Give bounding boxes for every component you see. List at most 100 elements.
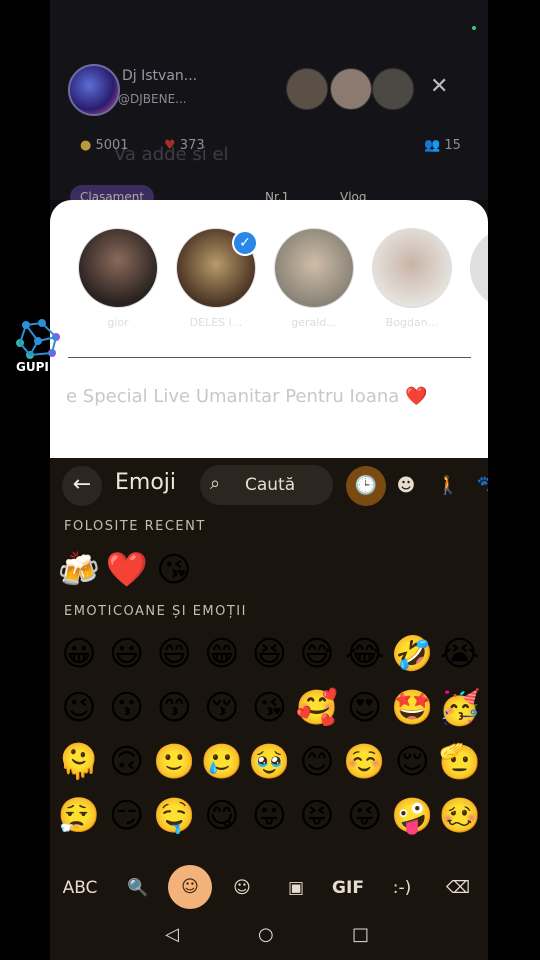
live-header: Dj Istvan... @DJBENE... ✕ Va adde si el …: [50, 0, 488, 209]
friend-item-selected[interactable]: ✓ DELES I...: [176, 228, 258, 329]
friend-avatar: [78, 228, 158, 308]
emoji-key[interactable]: 😏: [105, 794, 149, 838]
emoji-key[interactable]: 😅: [295, 632, 339, 676]
emoji-key[interactable]: 😗: [105, 686, 149, 730]
heart-emoji: ❤️: [405, 386, 428, 407]
emoji-key[interactable]: 🥹: [247, 740, 291, 784]
emoji-tab-icon[interactable]: ☺: [168, 865, 212, 909]
emoji-key[interactable]: 🤣: [390, 632, 434, 676]
emoji-key[interactable]: 🥰: [295, 686, 339, 730]
emoji-key[interactable]: 🥴: [438, 794, 482, 838]
emoji-key[interactable]: 😌: [390, 740, 434, 784]
emoji-key[interactable]: 😂: [343, 632, 387, 676]
emoji-key[interactable]: 😮‍💨: [57, 794, 101, 838]
emoji-key[interactable]: 🥳: [438, 686, 482, 730]
emoji-key[interactable]: 🤪: [390, 794, 434, 838]
friend-name: gerald...: [291, 316, 337, 329]
system-nav-bar: ◁ ○ □: [50, 910, 488, 960]
emoji-key[interactable]: 😙: [152, 686, 196, 730]
emoji-key[interactable]: 🤩: [390, 686, 434, 730]
emoji-keyboard: ← Emoji ⌕ Caută 🕒 ☻ 🚶 🐾 FOLOSITE RECENT …: [50, 458, 488, 860]
emoji-key[interactable]: 🙃: [105, 740, 149, 784]
sticker-search-icon[interactable]: 🔍: [118, 868, 158, 908]
emoji-key[interactable]: 😄: [152, 632, 196, 676]
emoji-key[interactable]: 😝: [295, 794, 339, 838]
friend-item[interactable]: gior: [78, 228, 158, 329]
abc-button[interactable]: ABC: [60, 868, 100, 908]
viewers-stat: 👥 15: [424, 138, 461, 153]
arrow-left-icon[interactable]: ←: [62, 466, 102, 506]
host-name: Dj Istvan...: [122, 68, 198, 84]
emoji-key[interactable]: 🫡: [438, 740, 482, 784]
friend-item[interactable]: Bogdan...: [372, 228, 452, 329]
emoji-key[interactable]: 😛: [247, 794, 291, 838]
friend-name: Bogdan...: [385, 316, 439, 329]
input-underline: [68, 357, 471, 358]
emoji-key[interactable]: 🤤: [152, 794, 196, 838]
emoji-key[interactable]: 🍻: [57, 548, 101, 592]
friend-avatar: [470, 228, 488, 308]
users-icon: 👥: [424, 138, 441, 153]
host-avatar[interactable]: [68, 64, 120, 116]
recent-section-label: FOLOSITE RECENT: [64, 519, 206, 534]
emoji-key[interactable]: 🙂: [152, 740, 196, 784]
emoticon-button[interactable]: :-): [380, 868, 424, 908]
sticker-alt-icon[interactable]: ▣: [276, 868, 316, 908]
gif-button[interactable]: GIF: [328, 868, 368, 908]
emoji-key[interactable]: 😘: [247, 686, 291, 730]
emotions-section-label: EMOTICOANE ȘI EMOȚII: [64, 604, 247, 619]
nav-back-icon[interactable]: ◁: [165, 924, 179, 945]
emoji-key[interactable]: 😁: [200, 632, 244, 676]
friend-item[interactable]: [470, 228, 488, 308]
animal-category-icon[interactable]: 🐾: [468, 466, 488, 506]
friend-name: DELES I...: [189, 316, 243, 329]
viewer-avatar[interactable]: [372, 68, 414, 110]
friend-name: gior: [107, 316, 129, 329]
viewer-avatar[interactable]: [330, 68, 372, 110]
status-dot: [472, 26, 476, 30]
emoji-key[interactable]: 😀: [57, 632, 101, 676]
emoji-key[interactable]: 😘: [152, 548, 196, 592]
search-placeholder: Caută: [245, 475, 296, 495]
keyboard-title: Emoji: [115, 470, 177, 495]
nav-home-icon[interactable]: ○: [258, 924, 274, 945]
search-icon: ⌕: [210, 473, 221, 494]
emoji-key[interactable]: 😭: [438, 632, 482, 676]
hearts-stat: ♥ 373: [164, 138, 205, 153]
check-icon: ✓: [232, 230, 258, 256]
keyboard-bottom-bar: ABC 🔍 ☺ ☺ ▣ GIF :-) ⌫: [50, 860, 488, 916]
friend-avatar: [274, 228, 354, 308]
emoji-key[interactable]: 😃: [105, 632, 149, 676]
friend-avatar: [372, 228, 452, 308]
emoji-key[interactable]: 🫠: [57, 740, 101, 784]
viewer-avatar[interactable]: [286, 68, 328, 110]
emoji-key[interactable]: 😜: [343, 794, 387, 838]
watermark-text: GUPI: [16, 360, 49, 374]
emoji-key[interactable]: 😉: [57, 686, 101, 730]
nav-recents-icon[interactable]: □: [352, 924, 369, 945]
emoji-key[interactable]: 😊: [295, 740, 339, 784]
emoji-key[interactable]: 😚: [200, 686, 244, 730]
friend-item[interactable]: gerald...: [274, 228, 354, 329]
emoji-key[interactable]: 😋: [200, 794, 244, 838]
emoji-key[interactable]: 😆: [247, 632, 291, 676]
message-input[interactable]: e Special Live Umanitar Pentru Ioana ❤️: [66, 386, 427, 407]
recent-clock-icon[interactable]: 🕒: [346, 466, 386, 506]
emoji-search[interactable]: ⌕ Caută: [200, 465, 333, 505]
share-sheet: gior ✓ DELES I... gerald... Bogdan... e …: [50, 200, 488, 458]
emoji-key[interactable]: ❤️: [105, 548, 149, 592]
smiley-category-icon[interactable]: ☻: [386, 466, 426, 506]
coins-icon: ●: [80, 138, 92, 153]
close-icon[interactable]: ✕: [430, 74, 448, 99]
keyboard-toolbar: ← Emoji ⌕ Caută 🕒 ☻ 🚶 🐾: [50, 458, 488, 510]
person-category-icon[interactable]: 🚶: [428, 466, 468, 506]
host-handle: @DJBENE...: [118, 92, 187, 106]
heart-icon: ♥: [164, 138, 176, 153]
emoji-key[interactable]: 😍: [343, 686, 387, 730]
backspace-icon[interactable]: ⌫: [438, 868, 478, 908]
phone-screen: Dj Istvan... @DJBENE... ✕ Va adde si el …: [50, 0, 488, 960]
emoji-key[interactable]: 🥲: [200, 740, 244, 784]
emoji-key[interactable]: ☺️: [343, 740, 387, 784]
message-text: e Special Live Umanitar Pentru Ioana: [66, 386, 400, 407]
sticker-icon[interactable]: ☺: [222, 868, 262, 908]
